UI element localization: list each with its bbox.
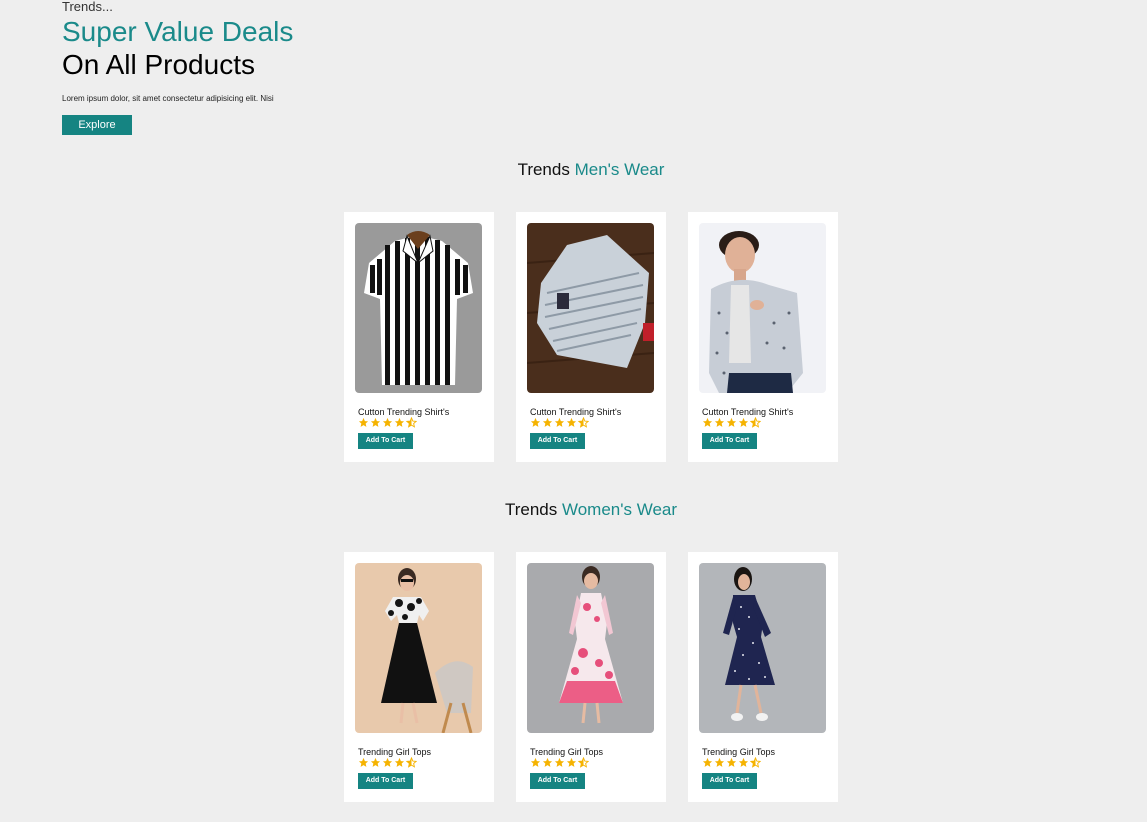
product-name: Trending Girl Tops bbox=[702, 747, 776, 757]
product-name: Cutton Trending Shirt's bbox=[702, 407, 794, 417]
star-icon bbox=[726, 417, 737, 427]
star-icon bbox=[382, 757, 393, 767]
product-name: Cutton Trending Shirt's bbox=[358, 407, 450, 417]
star-icon bbox=[566, 757, 577, 767]
star-icon bbox=[702, 757, 713, 767]
product-image-pink-floral-dress[interactable] bbox=[527, 563, 654, 733]
mens-title-prefix: Trends bbox=[517, 160, 570, 179]
rating-stars bbox=[530, 757, 589, 768]
product-name: Trending Girl Tops bbox=[358, 747, 432, 757]
womens-title-accent: Women's Wear bbox=[561, 500, 678, 519]
add-to-cart-button[interactable]: Add To Cart bbox=[358, 433, 413, 449]
product-card[interactable]: Cutton Trending Shirt's Add To Cart bbox=[516, 212, 666, 462]
star-icon bbox=[566, 417, 577, 427]
hero-description: Lorem ipsum dolor, sit amet consectetur … bbox=[62, 94, 274, 103]
add-to-cart-button[interactable]: Add To Cart bbox=[530, 773, 585, 789]
product-card[interactable]: Cutton Trending Shirt's Add To Cart bbox=[688, 212, 838, 462]
star-icon bbox=[370, 417, 381, 427]
star-half-icon bbox=[406, 757, 417, 768]
rating-stars bbox=[358, 757, 417, 768]
rating-stars bbox=[702, 417, 761, 428]
star-icon bbox=[358, 417, 369, 427]
product-card[interactable]: Trending Girl Tops Add To Cart bbox=[516, 552, 666, 802]
star-half-icon bbox=[578, 417, 589, 428]
rating-stars bbox=[702, 757, 761, 768]
star-icon bbox=[542, 417, 553, 427]
star-icon bbox=[542, 757, 553, 767]
star-icon bbox=[714, 757, 725, 767]
star-icon bbox=[702, 417, 713, 427]
star-icon bbox=[714, 417, 725, 427]
hero-title: On All Products bbox=[62, 49, 255, 80]
star-icon bbox=[394, 417, 405, 427]
add-to-cart-button[interactable]: Add To Cart bbox=[358, 773, 413, 789]
star-half-icon bbox=[750, 757, 761, 768]
star-half-icon bbox=[578, 757, 589, 768]
star-icon bbox=[726, 757, 737, 767]
product-card[interactable]: Trending Girl Tops Add To Cart bbox=[688, 552, 838, 802]
star-icon bbox=[370, 757, 381, 767]
star-half-icon bbox=[750, 417, 761, 428]
star-icon bbox=[530, 417, 541, 427]
product-image-folded-shirt[interactable] bbox=[527, 223, 654, 393]
mens-title-accent: Men's Wear bbox=[574, 160, 665, 179]
product-image-black-dress[interactable] bbox=[355, 563, 482, 733]
add-to-cart-button[interactable]: Add To Cart bbox=[530, 433, 585, 449]
star-icon bbox=[394, 757, 405, 767]
product-image-striped-shirt[interactable] bbox=[355, 223, 482, 393]
womens-section-title: Trends Women's Wear bbox=[0, 500, 1147, 520]
product-name: Trending Girl Tops bbox=[530, 747, 604, 757]
star-icon bbox=[738, 757, 749, 767]
hero-eyebrow: Trends... bbox=[62, 0, 113, 14]
star-icon bbox=[358, 757, 369, 767]
rating-stars bbox=[530, 417, 589, 428]
star-icon bbox=[530, 757, 541, 767]
product-card[interactable]: Trending Girl Tops Add To Cart bbox=[344, 552, 494, 802]
hero-section: Trends... Super Value Deals On All Produ… bbox=[62, 0, 293, 135]
add-to-cart-button[interactable]: Add To Cart bbox=[702, 433, 757, 449]
star-icon bbox=[738, 417, 749, 427]
star-icon bbox=[554, 757, 565, 767]
product-card[interactable]: Cutton Trending Shirt's Add To Cart bbox=[344, 212, 494, 462]
star-icon bbox=[554, 417, 565, 427]
add-to-cart-button[interactable]: Add To Cart bbox=[702, 773, 757, 789]
star-icon bbox=[382, 417, 393, 427]
mens-section-title: Trends Men's Wear bbox=[0, 160, 1147, 180]
star-half-icon bbox=[406, 417, 417, 428]
rating-stars bbox=[358, 417, 417, 428]
product-name: Cutton Trending Shirt's bbox=[530, 407, 622, 417]
explore-button[interactable]: Explore bbox=[62, 115, 132, 135]
product-image-navy-polka-dress[interactable] bbox=[699, 563, 826, 733]
product-image-model-shirt[interactable] bbox=[699, 223, 826, 393]
womens-title-prefix: Trends bbox=[504, 500, 558, 519]
hero-title-accent: Super Value Deals bbox=[62, 16, 294, 47]
